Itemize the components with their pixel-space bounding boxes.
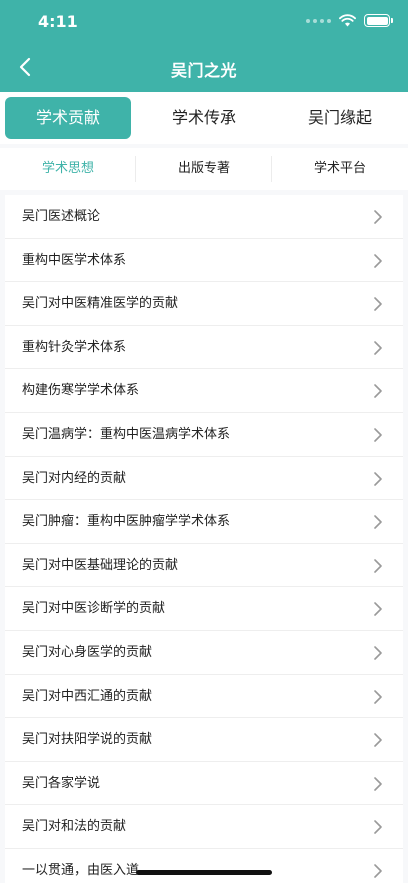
list-item[interactable]: 一以贯通，由医入道 [5,848,403,883]
subtab-academic-platform[interactable]: 学术平台 [272,148,408,190]
chevron-right-icon [374,689,382,704]
chevron-right-icon [374,602,382,617]
app-header: 4:11 吴门之光 [0,0,408,92]
list-item-label: 吴门对内经的贡献 [22,470,127,486]
wifi-icon [339,14,356,27]
chevron-right-icon [374,210,382,224]
list-item-label: 吴门对中医诊断学的贡献 [22,601,166,617]
status-icons [306,14,393,27]
article-list: 吴门医述概论重构中医学术体系吴门对中医精准医学的贡献 重构针灸学术体系 构建伤寒学学… [5,195,403,883]
list-item[interactable]: 吴门肿瘤：重构中医肿瘤学学术体系 [5,500,403,544]
chevron-right-icon [374,646,382,660]
chevron-right-icon [374,253,382,268]
list-item[interactable]: 吴门对中医精准医学的贡献 [5,282,403,326]
subtab-academic-thought[interactable]: 学术思想 [0,148,136,190]
page-title: 吴门之光 [170,61,237,80]
list-item[interactable]: 吴门医述概论 [5,195,403,239]
list-item-label: 吴门温病学：重构中医温病学术体系 [22,426,231,442]
list-item[interactable]: 吴门对中医基础理论的贡献 [5,543,403,588]
list-item[interactable]: 吴门对中西汇通的贡献 [5,674,403,719]
sub-tabs: 学术思想 出版专著 学术平台 [0,148,408,190]
chevron-right-icon [374,776,382,791]
chevron-right-icon [374,864,382,878]
chevron-right-icon [374,340,382,355]
list-item-label: 吴门对中医基础理论的贡献 [22,557,179,573]
list-item[interactable]: 吴门对心身医学的贡献 [5,630,403,675]
list-item[interactable]: 吴门各家学说 [5,761,403,806]
chevron-right-icon [374,558,382,573]
list-item-label: 吴门对中西汇通的贡献 [22,688,153,704]
tab-academic-contribution[interactable]: 学术贡献 [5,97,131,139]
list-item[interactable]: 吴门温病学：重构中医温病学术体系 [5,412,403,457]
tab-wumen-origin[interactable]: 吴门缘起 [277,97,403,139]
tab-academic-inheritance[interactable]: 学术传承 [141,97,267,139]
list-item[interactable]: 吴门对和法的贡献 [5,805,403,849]
chevron-right-icon [374,428,382,442]
list-item-label: 吴门对中医精准医学的贡献 [22,296,179,312]
list-item[interactable]: 重构针灸学术体系 [5,325,403,370]
battery-icon [364,14,393,27]
chevron-right-icon [374,733,382,747]
list-item[interactable]: 吴门对扶阳学说的贡献 [5,718,403,762]
list-item-label: 吴门对心身医学的贡献 [22,644,153,660]
chevron-right-icon [374,820,382,835]
list-item-label: 吴门医述概论 [22,209,101,224]
chevron-right-icon [374,471,382,486]
list-item-label: 吴门对和法的贡献 [22,819,127,835]
list-item-label: 吴门对扶阳学说的贡献 [22,732,153,748]
list-item-label: 吴门各家学说 [22,775,101,791]
signal-icon [306,18,331,23]
list-item-label: 重构中医学术体系 [22,252,127,268]
list-item[interactable]: 吴门对中医诊断学的贡献 [5,587,403,631]
chevron-right-icon [374,515,382,529]
chevron-right-icon [374,297,382,311]
main-tabs: 学术贡献 学术传承 吴门缘起 [0,92,408,144]
list-item-label: 重构针灸学术体系 [22,339,127,355]
list-item[interactable]: 吴门对内经的贡献 [5,456,403,501]
chevron-right-icon [374,384,382,399]
list-item-label: 吴门肿瘤：重构中医肿瘤学学术体系 [22,514,231,530]
list-item[interactable]: 构建伤寒学学术体系 [5,369,403,413]
list-item[interactable]: 重构中医学术体系 [5,238,403,283]
home-indicator [136,870,272,875]
status-time: 4:11 [38,12,78,31]
list-item-label: 构建伤寒学学术体系 [22,383,140,399]
subtab-publications[interactable]: 出版专著 [136,148,272,190]
list-item-label: 一以贯通，由医入道 [22,862,140,878]
